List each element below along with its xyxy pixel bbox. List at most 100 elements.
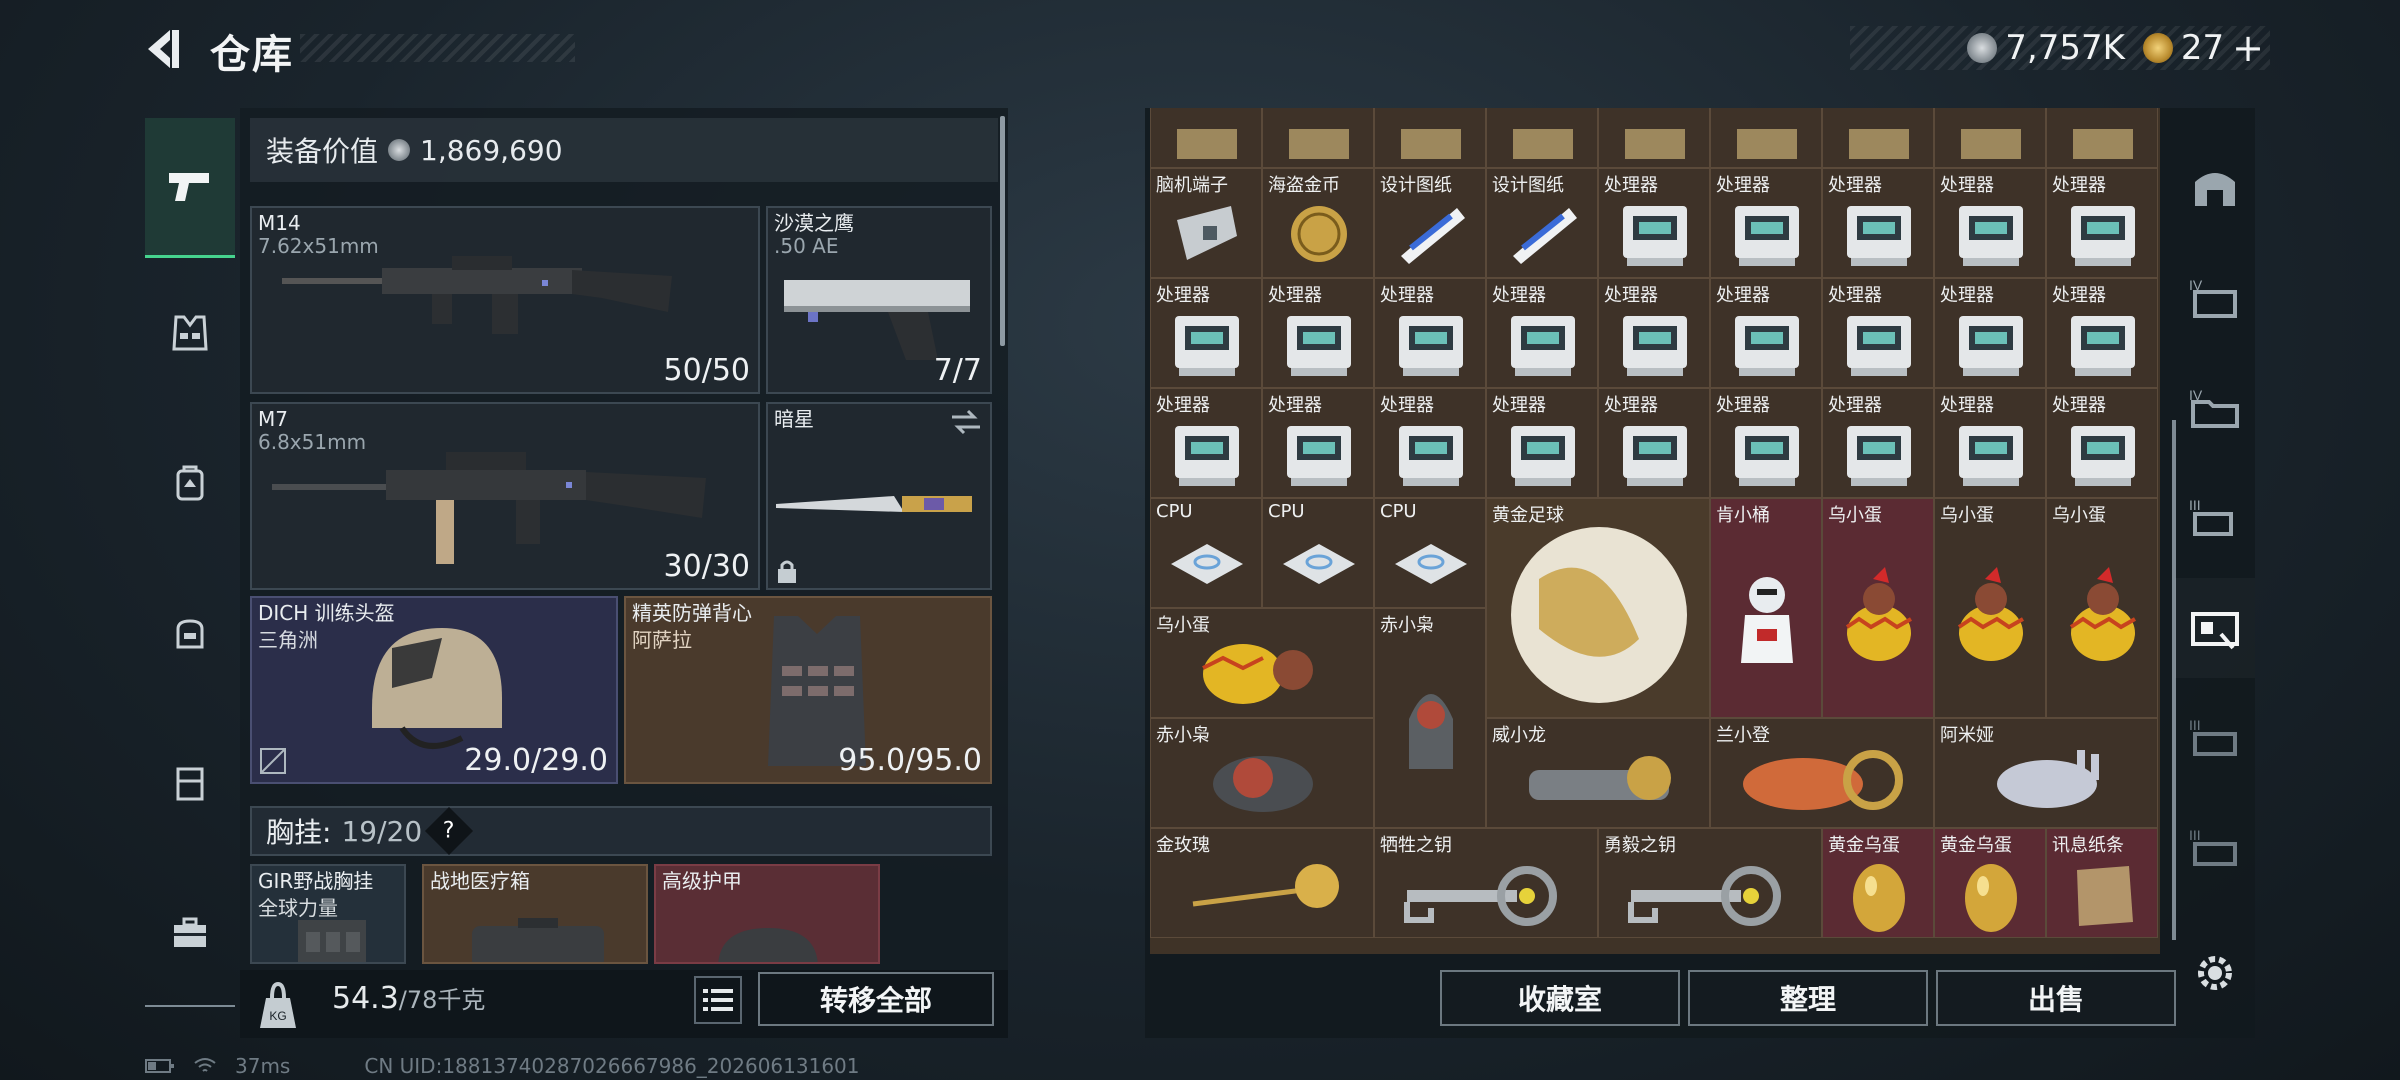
storage-category-rail: IV IV III III III xyxy=(2175,108,2255,938)
sort-button[interactable]: 整理 xyxy=(1688,970,1928,1026)
storage-item[interactable]: 处理器 xyxy=(1374,388,1486,498)
slot-medkit[interactable]: 战地医疗箱 xyxy=(422,864,648,964)
rail-tab-iv-a[interactable]: IV xyxy=(2175,248,2255,348)
storage-item[interactable] xyxy=(1598,108,1710,168)
rail-tab-collectibles[interactable] xyxy=(2175,578,2255,678)
rail-weapons[interactable] xyxy=(145,118,235,258)
storage-item[interactable]: 肯小桶 xyxy=(1710,498,1822,718)
storage-item[interactable]: 处理器 xyxy=(1934,388,2046,498)
storage-item[interactable]: 处理器 xyxy=(1598,278,1710,388)
storage-item[interactable] xyxy=(1374,108,1486,168)
storage-item[interactable]: 黄金乌蛋 xyxy=(1934,828,2046,938)
storage-item[interactable]: 乌小蛋 xyxy=(1150,608,1374,718)
add-currency-plus[interactable]: + xyxy=(2232,26,2264,70)
storage-item[interactable]: 赤小枭 xyxy=(1150,718,1374,828)
processor-icon xyxy=(1287,426,1351,486)
storage-item[interactable]: 牺牲之钥 xyxy=(1374,828,1598,938)
storage-item[interactable]: 处理器 xyxy=(2046,388,2158,498)
currency-secondary[interactable]: 27 + xyxy=(2142,26,2264,70)
currency-main: 7,757K xyxy=(1967,28,2125,68)
figurine-icon xyxy=(1741,577,1793,663)
storage-item[interactable] xyxy=(1262,108,1374,168)
storage-item[interactable]: 处理器 xyxy=(1262,278,1374,388)
slot-primary-weapon[interactable]: M14 7.62x51mm 50/50 xyxy=(250,206,760,394)
storage-item[interactable]: 处理器 xyxy=(1822,388,1934,498)
storage-item[interactable] xyxy=(1710,108,1822,168)
storage-item[interactable] xyxy=(1150,108,1262,168)
loadout-scrollbar[interactable] xyxy=(1000,116,1005,346)
storage-item[interactable]: 海盗金币 xyxy=(1262,168,1374,278)
storage-item[interactable]: 处理器 xyxy=(1262,388,1374,498)
storage-item[interactable]: 处理器 xyxy=(1822,278,1934,388)
storage-item[interactable]: 赤小枭 xyxy=(1374,608,1486,828)
rail-tab-all[interactable] xyxy=(2175,138,2255,238)
storage-item[interactable]: 勇毅之钥 xyxy=(1598,828,1822,938)
processor-icon xyxy=(1847,426,1911,486)
help-button[interactable]: ? xyxy=(425,806,474,856)
storage-item[interactable]: 处理器 xyxy=(1486,278,1598,388)
storage-item[interactable] xyxy=(1934,108,2046,168)
storage-item[interactable]: 处理器 xyxy=(2046,168,2158,278)
storage-item[interactable]: 乌小蛋 xyxy=(2046,498,2158,718)
storage-item[interactable]: 阿米娅 xyxy=(1934,718,2158,828)
storage-item[interactable]: 设计图纸 xyxy=(1486,168,1598,278)
rail-backpack[interactable] xyxy=(145,438,235,528)
storage-item[interactable]: 讯息纸条 xyxy=(2046,828,2158,938)
rail-tab-iii-a[interactable]: III xyxy=(2175,468,2255,568)
storage-item[interactable]: 处理器 xyxy=(1822,168,1934,278)
settings-gear-icon[interactable] xyxy=(2192,950,2238,996)
storage-item[interactable]: 处理器 xyxy=(2046,278,2158,388)
storage-item[interactable]: 处理器 xyxy=(1710,278,1822,388)
rail-tab-iv-b[interactable]: IV xyxy=(2175,358,2255,458)
storage-item[interactable]: 处理器 xyxy=(1150,278,1262,388)
storage-item[interactable]: 处理器 xyxy=(1150,388,1262,498)
storage-item[interactable] xyxy=(1822,108,1934,168)
rail-container[interactable] xyxy=(145,738,235,828)
rail-toolbox[interactable] xyxy=(145,888,235,978)
slot-body-armor[interactable]: 精英防弹背心 阿萨拉 95.0/95.0 xyxy=(624,596,992,784)
storage-item[interactable]: 设计图纸 xyxy=(1374,168,1486,278)
storage-item[interactable]: 处理器 xyxy=(1486,388,1598,498)
storage-item[interactable]: 处理器 xyxy=(1934,168,2046,278)
storage-item[interactable]: 处理器 xyxy=(1374,278,1486,388)
back-button[interactable] xyxy=(140,24,190,74)
rail-armor[interactable] xyxy=(145,288,235,378)
collection-room-button[interactable]: 收藏室 xyxy=(1440,970,1680,1026)
swap-icon[interactable] xyxy=(950,408,982,436)
partial-item-icon xyxy=(2073,129,2133,159)
storage-item[interactable]: 处理器 xyxy=(1710,388,1822,498)
storage-item[interactable]: CPU xyxy=(1262,498,1374,608)
storage-item[interactable]: 乌小蛋 xyxy=(1822,498,1934,718)
helmet-sub: 三角洲 xyxy=(258,628,318,652)
storage-item[interactable]: 黄金足球 xyxy=(1486,498,1710,718)
storage-item[interactable]: 威小龙 xyxy=(1486,718,1710,828)
storage-item[interactable]: 兰小登 xyxy=(1710,718,1934,828)
slot-secondary-weapon[interactable]: M7 6.8x51mm 30/30 xyxy=(250,402,760,590)
transfer-all-button[interactable]: 转移全部 xyxy=(758,972,994,1026)
storage-item[interactable]: 处理器 xyxy=(1934,278,2046,388)
storage-item[interactable]: 脑机端子 xyxy=(1150,168,1262,278)
storage-item[interactable] xyxy=(1486,108,1598,168)
storage-item[interactable]: 处理器 xyxy=(1598,168,1710,278)
storage-item[interactable]: CPU xyxy=(1374,498,1486,608)
sell-button[interactable]: 出售 xyxy=(1936,970,2176,1026)
rail-bag[interactable] xyxy=(145,588,235,678)
storage-item[interactable]: 乌小蛋 xyxy=(1934,498,2046,718)
storage-item[interactable]: CPU xyxy=(1150,498,1262,608)
slot-helmet[interactable]: DICH 训练头盔 三角洲 29.0/29.0 xyxy=(250,596,618,784)
rail-tab-iii-c[interactable]: III xyxy=(2175,798,2255,898)
slot-melee[interactable]: 暗星 xyxy=(766,402,992,590)
rig-name: GIR野战胸挂 xyxy=(258,869,374,893)
processor-icon xyxy=(1287,316,1351,376)
storage-item[interactable]: 金玫瑰 xyxy=(1150,828,1374,938)
weight-readout: 54.3/78千克 xyxy=(332,980,485,1016)
rail-tab-iii-b[interactable]: III xyxy=(2175,688,2255,788)
slot-pistol[interactable]: 沙漠之鹰 .50 AE 7/7 xyxy=(766,206,992,394)
storage-item[interactable]: 处理器 xyxy=(1710,168,1822,278)
storage-item[interactable]: 处理器 xyxy=(1598,388,1710,498)
storage-item[interactable]: 黄金乌蛋 xyxy=(1822,828,1934,938)
list-view-button[interactable] xyxy=(694,976,742,1024)
slot-chest-rig[interactable]: GIR野战胸挂 全球力量 xyxy=(250,864,406,964)
storage-item[interactable] xyxy=(2046,108,2158,168)
slot-armor-plate[interactable]: 高级护甲 xyxy=(654,864,880,964)
